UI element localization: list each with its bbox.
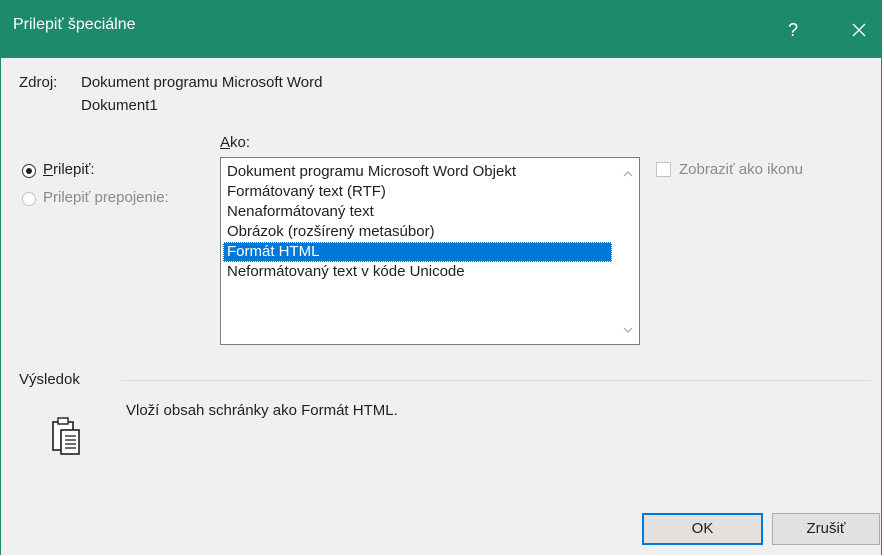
source-document-name: Dokument1: [81, 97, 158, 114]
display-as-icon-checkbox[interactable]: [656, 162, 671, 177]
display-as-icon-label[interactable]: Zobraziť ako ikonu: [679, 161, 803, 178]
source-value: Dokument programu Microsoft Word: [81, 74, 323, 91]
list-item[interactable]: Neformátovaný text v kóde Unicode: [223, 262, 612, 282]
list-item[interactable]: Obrázok (rozšírený metasúbor): [223, 222, 612, 242]
close-icon: [852, 23, 866, 37]
dialog-title: Prilepiť špeciálne: [13, 16, 136, 33]
result-label: Výsledok: [19, 371, 80, 388]
cancel-button[interactable]: Zrušiť: [772, 513, 880, 545]
title-bar: Prilepiť špeciálne ?: [1, 0, 881, 58]
help-button[interactable]: ?: [771, 10, 815, 50]
paste-link-radio[interactable]: [22, 192, 36, 206]
ok-button[interactable]: OK: [642, 513, 763, 545]
as-format-listbox[interactable]: Dokument programu Microsoft Word Objekt …: [220, 157, 640, 345]
list-item[interactable]: Dokument programu Microsoft Word Objekt: [223, 162, 612, 182]
paste-radio[interactable]: [22, 164, 36, 178]
close-button[interactable]: [837, 10, 881, 50]
result-description: Vloží obsah schránky ako Formát HTML.: [126, 402, 398, 419]
result-separator: [121, 380, 871, 381]
chevron-up-icon[interactable]: [617, 164, 639, 184]
paste-link-radio-label[interactable]: Prilepiť prepojenie:: [43, 189, 169, 206]
list-item[interactable]: Nenaformátovaný text: [223, 202, 612, 222]
listbox-scrollbar[interactable]: [617, 158, 639, 344]
clipboard-icon: [49, 416, 105, 466]
list-item[interactable]: Formátovaný text (RTF): [223, 182, 612, 202]
paste-radio-label[interactable]: Prilepiť:: [43, 161, 95, 178]
list-item-selected[interactable]: Formát HTML: [223, 242, 612, 262]
as-label: Ako:: [220, 134, 251, 151]
chevron-down-icon[interactable]: [617, 320, 639, 340]
paste-special-dialog: Prilepiť špeciálne ? Zdroj: Dokument pro…: [0, 0, 882, 555]
source-label: Zdroj:: [19, 74, 58, 91]
